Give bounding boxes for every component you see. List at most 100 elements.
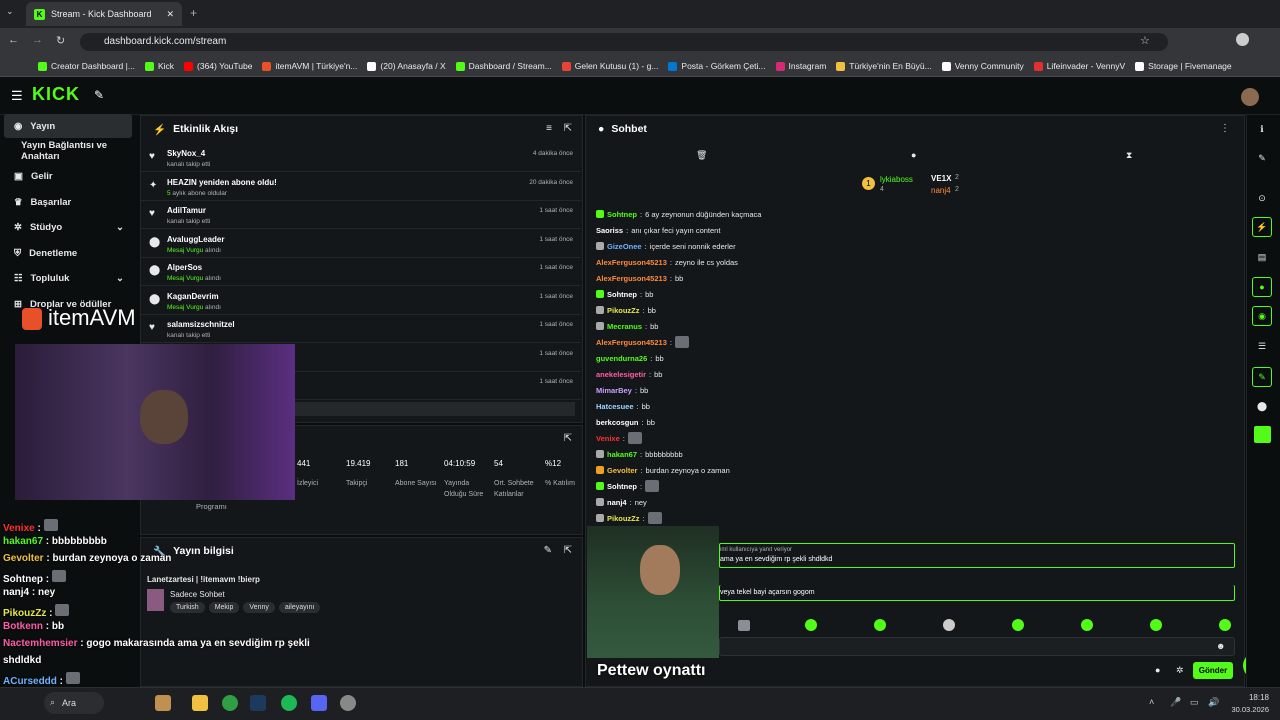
more-options-icon[interactable]: ⋮	[1220, 123, 1230, 134]
emote-icon[interactable]	[1219, 619, 1231, 631]
event-item[interactable]: ✦ HEAZIN yeniden abone oldu! 5 aylık abone…	[141, 173, 581, 201]
wrench-icon[interactable]: ✎	[1252, 367, 1272, 387]
new-tab-icon[interactable]: +	[190, 6, 197, 20]
bookmark-item[interactable]: Lifeinvader - VennyV	[1033, 61, 1129, 71]
avatar[interactable]	[1241, 88, 1259, 106]
hourglass-icon[interactable]: ⧗	[1126, 150, 1132, 161]
tag-chip[interactable]: Mekip	[208, 602, 240, 613]
message-icon[interactable]: ●	[911, 150, 916, 160]
bookmark-item[interactable]: Dashboard / Stream...	[455, 61, 556, 71]
steam-icon[interactable]	[250, 695, 266, 711]
chat-message[interactable]: MimarBey: bb	[596, 383, 648, 397]
emote-icon[interactable]	[805, 619, 817, 631]
emote-icon[interactable]	[738, 620, 750, 631]
event-item[interactable]: ♥ AdilTamur kanalı takip etti 1 saat önce	[141, 201, 581, 229]
pin-icon[interactable]: ✎	[94, 88, 104, 102]
volume-icon[interactable]: 🔊	[1208, 697, 1219, 708]
target-icon[interactable]: ⊙	[1252, 188, 1272, 208]
emote-icon[interactable]	[1081, 619, 1093, 631]
discord-icon[interactable]	[311, 695, 327, 711]
chat-username[interactable]: nanj4	[607, 498, 627, 507]
bookmark-item[interactable]: itemAVM | Türkiye'n...	[262, 61, 361, 71]
chat-username[interactable]: Sohtnep	[607, 290, 637, 299]
filter-icon[interactable]: ≡	[546, 123, 552, 134]
chat-username[interactable]: Sohtnep	[607, 482, 637, 491]
chat-message[interactable]: PikouzZz:	[596, 511, 662, 525]
edit-icon[interactable]: ✎	[544, 545, 552, 556]
reload-icon[interactable]: ↻	[56, 34, 65, 47]
chat-username[interactable]: AlexFerguson45213	[596, 274, 667, 283]
chat-username[interactable]: Sohtnep	[607, 210, 637, 219]
bookmark-item[interactable]: Venny Community	[941, 61, 1028, 71]
bookmark-item[interactable]: (364) YouTube	[184, 61, 256, 71]
chat-message[interactable]: Sohtnep:6 ay zeynonun düğünden kaçmaca	[596, 207, 761, 221]
layers-icon[interactable]: ☰	[1252, 336, 1272, 356]
chat-input[interactable]	[719, 637, 1235, 656]
chrome-icon[interactable]	[222, 695, 238, 711]
folder-icon[interactable]	[192, 695, 208, 711]
chat-message[interactable]: Sohtnep:	[596, 479, 660, 493]
emoji-icon[interactable]: ☻	[1216, 641, 1225, 651]
close-tab-icon[interactable]: ✕	[166, 9, 174, 20]
chat-username[interactable]: hakan67	[607, 450, 637, 459]
chat-username[interactable]: AlexFerguson45213	[596, 258, 667, 267]
event-item[interactable]: ⬤ KaganDevrim Mesaj Vurgu alındı 1 saat önc…	[141, 287, 581, 315]
chat-username[interactable]: AlexFerguson45213	[596, 338, 667, 347]
chat-username[interactable]: Venixe	[596, 434, 620, 443]
bookmark-item[interactable]: Creator Dashboard |...	[38, 61, 139, 71]
chat-message[interactable]: hakan67: bbbbbbbbb	[596, 447, 683, 461]
spotify-icon[interactable]	[281, 695, 297, 711]
doc-icon[interactable]: ▤	[1252, 247, 1272, 267]
chat-icon[interactable]: ●	[1155, 665, 1160, 675]
bookmark-item[interactable]: Türkiye'nin En Büyü...	[836, 61, 935, 71]
browser-tab[interactable]: K Stream - Kick Dashboard ✕	[26, 2, 182, 26]
chat-username[interactable]: berkcosgun	[596, 418, 639, 427]
chat-message[interactable]: Sohtnep: bb	[596, 287, 653, 301]
settings-icon[interactable]: ✲	[1176, 665, 1184, 676]
bookmark-item[interactable]: Posta - Görkem Çeti...	[668, 61, 769, 71]
tab-menu-icon[interactable]: ⌄	[6, 6, 14, 17]
sidebar-item-stream-key[interactable]: Yayın Bağlantısı ve Anahtarı	[4, 139, 132, 163]
send-button[interactable]: Gönder	[1193, 662, 1233, 679]
chat-message[interactable]: Gevolter: burdan zeynoya o zaman	[596, 463, 730, 477]
tag-chip[interactable]: Venny	[243, 602, 275, 613]
microphone-icon[interactable]: 🎤	[1170, 697, 1181, 708]
chat-message[interactable]: anekelesigetir: bb	[596, 367, 662, 381]
emote-icon[interactable]	[874, 619, 886, 631]
chat-message[interactable]: nanj4: ney	[596, 495, 647, 509]
url-field[interactable]: dashboard.kick.com/stream	[80, 33, 1168, 51]
chat-username[interactable]: GizeOnee	[607, 242, 642, 251]
event-item[interactable]: ⬤ AlperSos Mesaj Vurgu alındı 1 saat önce	[141, 258, 581, 286]
tag-chip[interactable]: Turkish	[170, 602, 205, 613]
bookmark-item[interactable]: Gelen Kutusu (1) - g...	[561, 61, 663, 71]
emote-icon[interactable]	[1150, 619, 1162, 631]
bookmark-item[interactable]: Instagram	[775, 61, 831, 71]
broadcast-icon[interactable]: ◉	[1252, 306, 1272, 326]
chat-message[interactable]: guvendurna26: bb	[596, 351, 664, 365]
event-item[interactable]: ♥ salamsizschnitzel kanalı takip etti 1 saa…	[141, 315, 581, 343]
chat-message[interactable]: AlexFerguson45213: zeyno ile cs yoldas	[596, 255, 738, 269]
chat-username[interactable]: PikouzZz	[607, 514, 640, 523]
bookmark-star-icon[interactable]: ☆	[1140, 34, 1150, 47]
sidebar-item-topluluk[interactable]: ☷ Topluluk ⌄	[4, 266, 132, 290]
popout-icon[interactable]: ⇱	[564, 433, 572, 444]
app-icon[interactable]	[155, 695, 171, 711]
chat-username[interactable]: Hatcesuee	[596, 402, 634, 411]
chat-message[interactable]: Venixe:	[596, 431, 642, 445]
share-icon[interactable]: ⬤	[1252, 396, 1272, 416]
network-icon[interactable]: ▭	[1190, 697, 1199, 708]
chat-message[interactable]: Hatcesuee: bb	[596, 399, 650, 413]
forward-icon[interactable]: →	[32, 34, 43, 46]
bookmark-item[interactable]: Kick	[144, 61, 178, 71]
popout-icon[interactable]: ⇱	[564, 123, 572, 134]
sidebar-item-denetleme[interactable]: ⛨ Denetleme	[4, 241, 132, 265]
chat-message[interactable]: AlexFerguson45213:	[596, 335, 689, 349]
chat-username[interactable]: guvendurna26	[596, 354, 647, 363]
chat-bubble-icon[interactable]: ●	[1252, 277, 1272, 297]
chat-username[interactable]: Gevolter	[607, 466, 637, 475]
chat-message[interactable]: GizeOnee: içerde seni nonnik ederler	[596, 239, 736, 253]
sidebar-item-basarilar[interactable]: ♛ Başarılar	[4, 190, 132, 214]
bookmark-item[interactable]: Storage | Fivemanage	[1135, 61, 1235, 71]
app-icon[interactable]	[1254, 426, 1271, 443]
kick-logo[interactable]: KICK	[32, 84, 80, 105]
